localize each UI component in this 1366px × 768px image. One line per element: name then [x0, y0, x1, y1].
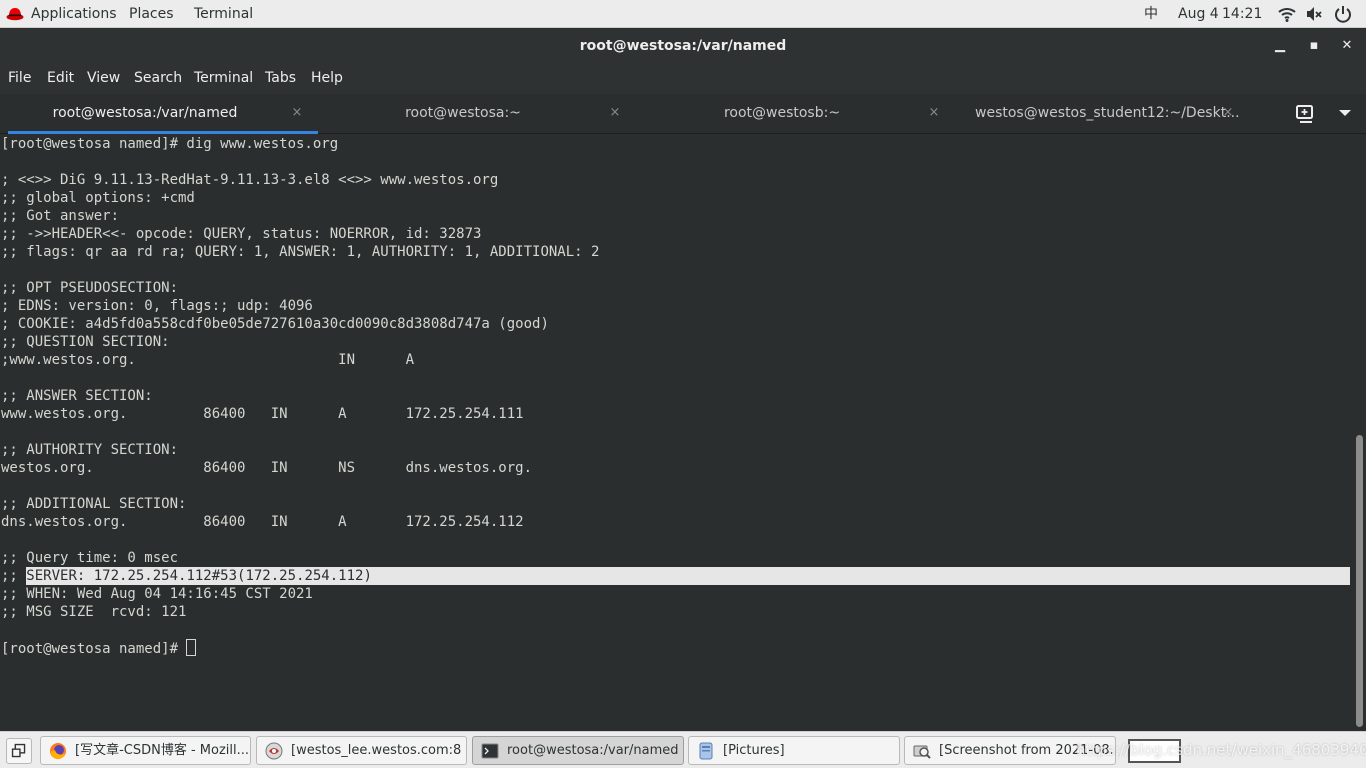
terminal-line: ;; Got answer: [1, 208, 120, 224]
terminal-line: www.westos.org. 86400 IN A 172.25.254.11… [1, 406, 524, 422]
csdn-watermark: https://blog.csdn.net/weixin_46803940 [1076, 741, 1366, 759]
input-method-indicator[interactable]: 中 [1144, 0, 1158, 28]
terminal-line: ;; SERVER: 172.25.254.112#53(172.25.254.… [1, 567, 1351, 585]
terminal-app-menu[interactable]: Terminal [194, 0, 253, 28]
terminal-line: ;; QUESTION SECTION: [1, 334, 170, 350]
applications-menu[interactable]: Applications [31, 0, 117, 28]
taskbar-item-remote-viewer[interactable]: [westos_lee.westos.com:8 ... [256, 736, 467, 765]
clock-date[interactable]: Aug 4 [1178, 0, 1219, 28]
terminal-line: [root@westosa named]# [1, 639, 599, 657]
menu-file[interactable]: File [8, 63, 31, 94]
terminal-line: ;; OPT PSEUDOSECTION: [1, 280, 179, 296]
file-manager-icon [699, 742, 713, 760]
taskbar-item-terminal[interactable]: root@westosa:/var/named [472, 736, 684, 765]
terminal-tab-bar: root@westosa:/var/named × root@westosa:~… [0, 94, 1366, 134]
terminal-line: ;; ADDITIONAL SECTION: [1, 496, 187, 512]
terminal-text: [root@westosa named]# dig www.westos.org… [1, 135, 1351, 657]
menu-help[interactable]: Help [311, 63, 343, 94]
tab-close-icon[interactable]: × [1220, 105, 1236, 121]
terminal-line: ;; Query time: 0 msec [1, 550, 179, 566]
terminal-line: ; COOKIE: a4d5fd0a558cdf0be05de727610a30… [1, 316, 549, 332]
tab-label: westos@westos_student12:~/Deskt... [975, 105, 1240, 121]
screenshot-icon [913, 745, 931, 759]
firefox-icon [50, 743, 66, 760]
gnome-top-bar: Applications Places Terminal 中 Aug 4 14:… [0, 0, 1366, 28]
menu-terminal[interactable]: Terminal [194, 63, 253, 94]
terminal-line: westos.org. 86400 IN NS dns.westos.org. [1, 460, 533, 476]
terminal-line: ;; flags: qr aa rd ra; QUERY: 1, ANSWER:… [1, 244, 600, 260]
tab-label: root@westosb:~ [723, 105, 841, 121]
wifi-icon[interactable] [1278, 5, 1296, 23]
terminal-icon [481, 743, 499, 759]
window-title: root@westosa:/var/named [579, 38, 787, 54]
window-title-bar[interactable]: root@westosa:/var/named ▁ ▪ ✕ [0, 29, 1366, 63]
remote-viewer-icon [265, 742, 283, 760]
taskbar-item-file-manager[interactable]: [Pictures] [688, 736, 900, 765]
taskbar-item-firefox[interactable]: [写文章-CSDN博客 - Mozill... [40, 736, 251, 765]
terminal-line: ; <<>> DiG 9.11.13-RedHat-9.11.13-3.el8 … [1, 172, 499, 188]
terminal-line: ;; MSG SIZE rcvd: 121 [1, 604, 187, 620]
tab-menu-chevron-down-icon[interactable] [1338, 108, 1352, 118]
clock-time[interactable]: 14:21 [1222, 0, 1262, 28]
terminal-line: ;; global options: +cmd [1, 190, 195, 206]
minimize-button[interactable]: ▁ [1270, 36, 1290, 56]
menu-bar: File Edit View Search Terminal Tabs Help [0, 63, 1366, 94]
window-list-taskbar: [写文章-CSDN博客 - Mozill... [westos_lee.west… [0, 731, 1366, 768]
terminal-scrollbar[interactable] [1353, 135, 1366, 730]
places-menu[interactable]: Places [129, 0, 174, 28]
maximize-button[interactable]: ▪ [1304, 36, 1324, 56]
tab-close-icon[interactable]: × [926, 105, 942, 121]
terminal-line: ;www.westos.org. IN A [1, 352, 415, 368]
menu-search[interactable]: Search [134, 63, 182, 94]
selected-text: SERVER: 172.25.254.112#53(172.25.254.112… [26, 568, 372, 584]
show-desktop-icon[interactable] [6, 738, 32, 764]
menu-view[interactable]: View [87, 63, 120, 94]
terminal-line: dns.westos.org. 86400 IN A 172.25.254.11… [1, 514, 524, 530]
tab-westos-student12-desktop[interactable]: westos@westos_student12:~/Deskt... × [955, 94, 1273, 134]
taskbar-item-label: [westos_lee.westos.com:8 ... [291, 743, 467, 758]
tab-close-icon[interactable]: × [289, 105, 305, 121]
terminal-line: ; EDNS: version: 0, flags:; udp: 4096 [1, 298, 313, 314]
terminal-line: ;; AUTHORITY SECTION: [1, 442, 179, 458]
terminal-output-area[interactable]: [root@westosa named]# dig www.westos.org… [0, 135, 1366, 730]
taskbar-item-label: [写文章-CSDN博客 - Mozill... [75, 743, 250, 758]
terminal-cursor [186, 639, 197, 656]
tab-close-icon[interactable]: × [607, 105, 623, 121]
terminal-line: [root@westosa named]# dig www.westos.org [1, 136, 339, 152]
tab-label: root@westosa:~ [405, 105, 521, 121]
tab-label: root@westosa:/var/named [52, 105, 238, 121]
tab-root-westosa-home[interactable]: root@westosa:~ × [318, 94, 636, 134]
close-window-button[interactable]: ✕ [1337, 36, 1357, 56]
terminal-line: ;; ->>HEADER<<- opcode: QUERY, status: N… [1, 226, 482, 242]
menu-edit[interactable]: Edit [47, 63, 74, 94]
power-icon[interactable] [1334, 5, 1352, 23]
menu-tabs[interactable]: Tabs [265, 63, 296, 94]
terminal-line: ;; ANSWER SECTION: [1, 388, 153, 404]
terminal-line: ;; WHEN: Wed Aug 04 14:16:45 CST 2021 [1, 586, 313, 602]
tab-root-westosa-var-named[interactable]: root@westosa:/var/named × [0, 94, 318, 134]
taskbar-item-label: root@westosa:/var/named [507, 743, 679, 758]
new-tab-icon[interactable] [1294, 103, 1318, 125]
redhat-logo-icon [6, 8, 24, 21]
scrollbar-thumb[interactable] [1356, 435, 1363, 727]
taskbar-item-label: [Pictures] [723, 743, 785, 758]
tab-root-westosb-home[interactable]: root@westosb:~ × [637, 94, 955, 134]
volume-icon[interactable] [1305, 5, 1323, 23]
